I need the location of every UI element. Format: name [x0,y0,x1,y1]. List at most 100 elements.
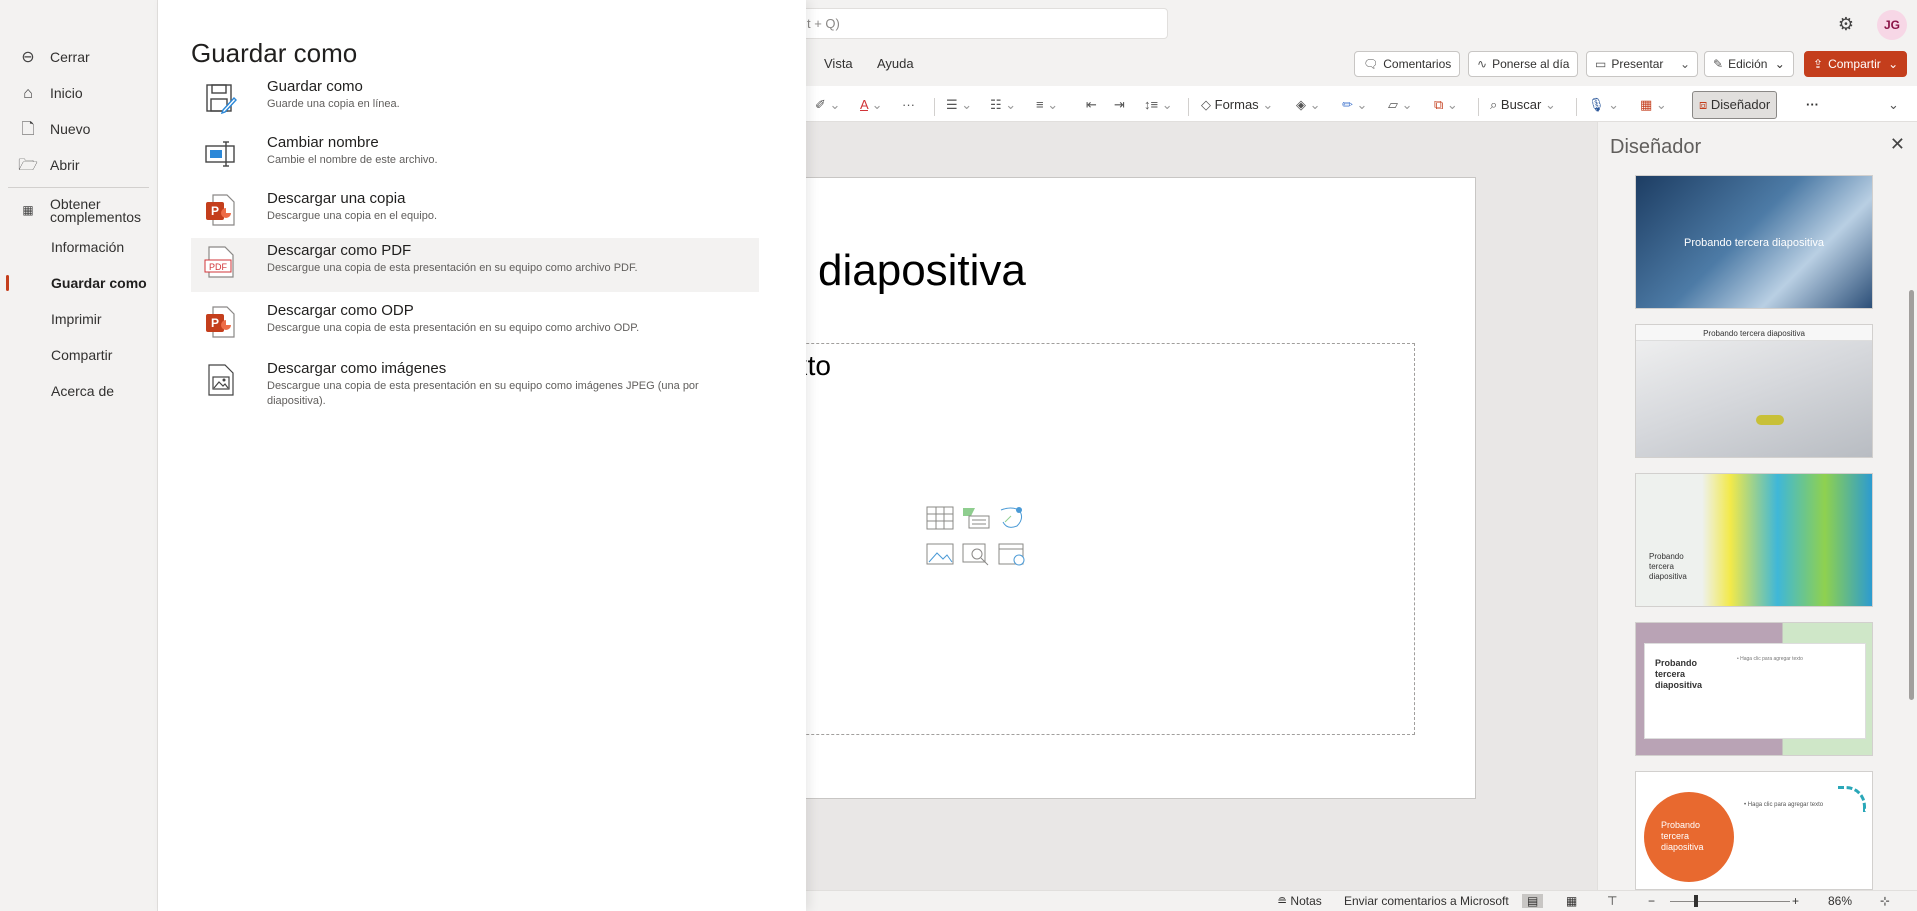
shapes-label: Formas [1214,97,1259,112]
increase-indent-icon[interactable]: ⇥ [1114,94,1125,116]
reading-view-icon[interactable]: ⊤ [1607,894,1617,908]
nav-close[interactable]: ⊖ Cerrar [18,46,89,68]
numbering-icon[interactable]: ☷ ⌄ [990,94,1016,116]
nav-addins-label: Obtener complementos [50,196,142,225]
designer-scrollbar[interactable] [1909,290,1914,700]
tab-view[interactable]: Vista [824,56,853,71]
highlight-icon[interactable]: ✐ ⌄ [815,94,840,116]
gear-icon[interactable]: ⚙ [1836,14,1856,34]
comment-icon: 🗨 [1363,57,1379,71]
download-copy-option[interactable]: P Descargar una copia Descargue una copi… [191,186,759,240]
design-thumbnail[interactable]: Probando tercera diapositiva [1635,175,1873,309]
more-icon[interactable]: ··· [902,94,915,116]
image-file-icon [208,364,234,396]
addins-icon: ▦ [22,203,34,217]
zoom-in-icon[interactable]: + [1792,894,1799,908]
share-button[interactable]: ⇪ Compartir ⌄ [1804,51,1908,77]
new-file-icon: 🗋 [21,121,35,138]
comments-button[interactable]: 🗨 Comentarios [1354,51,1461,77]
dictate-icon[interactable]: 🎙 ⌄ [1588,94,1619,116]
powerpoint-file-icon: P [206,306,235,338]
option-description: Descargue una copia de esta presentación… [267,380,699,407]
nav-new[interactable]: 🗋 Nuevo [18,118,91,140]
bullets-icon[interactable]: ☰ ⌄ [946,94,972,116]
thumbnail-title: Probando tercera diapositiva [1703,329,1805,338]
design-thumbnail[interactable]: Probando tercera diapositiva • Haga clic… [1635,771,1873,890]
find-button[interactable]: ⌕ Buscar ⌄ [1490,94,1556,116]
option-description: Guarde una copia en línea. [267,98,400,110]
font-color-icon[interactable]: A ⌄ [860,94,883,116]
line-spacing-icon[interactable]: ↕≡ ⌄ [1144,94,1173,116]
decrease-indent-icon[interactable]: ⇤ [1086,94,1097,116]
editing-button[interactable]: ✎ Edición ⌄ [1704,51,1794,77]
designer-button[interactable]: ⧈ Diseñador [1692,91,1778,119]
feedback-link[interactable]: Enviar comentarios a Microsoft [1344,894,1509,908]
ribbon-divider [1188,98,1189,116]
zoom-level[interactable]: 86% [1828,894,1852,908]
nav-print[interactable]: Imprimir [51,311,102,327]
catch-up-button[interactable]: ∿ Ponerse al día [1468,51,1579,77]
notes-label: Notas [1290,894,1322,908]
slide-sorter-icon[interactable]: ▦ [1566,894,1577,908]
shapes-button[interactable]: ◇ Formas ⌄ [1201,94,1273,116]
thumbnail-decoration [1838,786,1866,812]
option-title: Guardar como [267,78,363,95]
chart-icon[interactable] [961,504,991,532]
arrange-icon[interactable]: ⧉ ⌄ [1434,94,1458,116]
nav-home[interactable]: ⌂ Inicio [18,82,83,104]
design-thumbnail[interactable]: Probando tercera diapositiva [1635,324,1873,458]
option-description: Cambie el nombre de este archivo. [267,154,438,166]
search-input[interactable]: t + Q) [790,8,1168,39]
save-as-option[interactable]: Guardar como Guarde una copia en línea. [191,74,759,128]
option-description: Descargue una copia de esta presentación… [267,322,640,334]
effects-icon[interactable]: ▱ ⌄ [1388,94,1413,116]
nav-divider [8,187,149,188]
design-thumbnail[interactable]: Probando tercera diapositiva • Haga clic… [1635,622,1873,756]
editing-label: Edición [1728,57,1768,71]
pulse-icon: ∿ [1477,57,1488,71]
slide-title[interactable]: diapositiva [818,246,1026,296]
share-label: Compartir [1828,57,1881,71]
zoom-slider-thumb[interactable] [1694,895,1698,907]
align-icon[interactable]: ≡ ⌄ [1036,94,1058,116]
present-label: Presentar [1611,57,1664,71]
present-button[interactable]: ▭ Presentar ⌄ [1586,51,1698,77]
chevron-down-icon: ⌄ [1888,57,1899,71]
design-thumbnail[interactable]: Probando tercera diapositiva [1635,473,1873,607]
ribbon-divider [1576,98,1577,116]
fit-slide-icon[interactable]: ⊹ [1880,894,1890,908]
normal-view-icon[interactable]: ▤ [1522,894,1544,908]
picture-icon[interactable] [925,540,955,568]
download-images-option[interactable]: Descargar como imágenes Descargue una co… [191,356,759,420]
nav-addins[interactable]: ▦ Obtener complementos [18,196,150,226]
fill-icon[interactable]: ◈ ⌄ [1296,94,1321,116]
page-title: Guardar como [191,38,358,68]
video-icon[interactable] [997,540,1027,568]
active-indicator [6,275,9,291]
close-icon[interactable]: ✕ [1890,134,1905,155]
avatar[interactable]: JG [1877,10,1907,40]
collapse-ribbon-icon[interactable]: ⌄ [1888,94,1899,116]
notes-button[interactable]: ≘ Notas [1277,894,1322,908]
rename-option[interactable]: Cambiar nombre Cambie el nombre de este … [191,130,759,184]
nav-save-as[interactable]: Guardar como [51,275,147,291]
table-icon[interactable] [925,504,955,532]
addins-icon[interactable]: ▦ ⌄ [1640,94,1667,116]
nav-share[interactable]: Compartir [51,347,112,363]
more-options-icon[interactable]: ··· [1806,94,1819,116]
nav-info[interactable]: Información [51,239,124,255]
powerpoint-file-icon: P [206,194,235,226]
download-odp-option[interactable]: P Descargar como ODP Descargue una copia… [191,298,759,352]
smartart-icon[interactable] [997,504,1027,532]
download-pdf-option[interactable]: PDF Descargar como PDF Descargue una cop… [191,238,759,292]
zoom-out-icon[interactable]: − [1648,894,1655,908]
stock-images-icon[interactable] [961,540,991,568]
option-description: Descargue una copia en el equipo. [267,210,438,222]
folder-icon: 🗁 [18,157,38,174]
zoom-slider[interactable] [1670,901,1790,902]
tab-help[interactable]: Ayuda [877,56,914,71]
nav-about[interactable]: Acerca de [51,383,114,399]
outline-icon[interactable]: ✏ ⌄ [1342,94,1367,116]
nav-open[interactable]: 🗁 Abrir [18,154,79,176]
thumbnail-card: Probando tercera diapositiva • Haga clic… [1644,643,1866,739]
